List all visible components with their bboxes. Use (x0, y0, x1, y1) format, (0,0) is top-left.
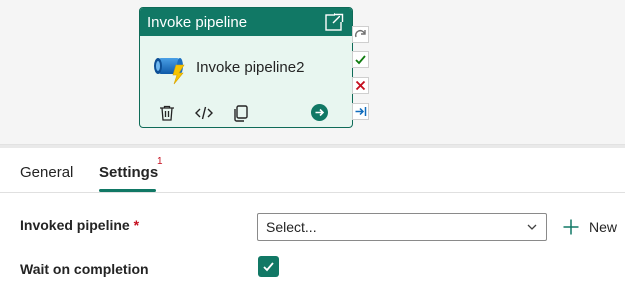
chevron-down-icon (527, 224, 537, 230)
wait-on-completion-checkbox[interactable] (258, 256, 279, 277)
invoked-pipeline-select-value: Select... (266, 219, 317, 235)
invoke-pipeline-icon (154, 58, 185, 85)
activity-body: Invoke pipeline2 (152, 49, 304, 85)
settings-error-badge: 1 (157, 156, 163, 167)
activity-name: Invoke pipeline2 (196, 58, 305, 76)
activity-card-header: Invoke pipeline (140, 8, 352, 36)
activity-card[interactable]: Invoke pipeline Invoke pipeline2 (139, 7, 353, 128)
failure-x-icon[interactable] (352, 77, 369, 94)
delete-icon[interactable] (156, 102, 178, 124)
required-asterisk: * (133, 217, 140, 233)
properties-tabs: General Settings 1 (0, 148, 625, 193)
wait-on-completion-label: Wait on completion (20, 261, 149, 277)
activity-type-title: Invoke pipeline (147, 13, 248, 31)
run-arrow-icon[interactable] (311, 104, 328, 121)
code-icon[interactable] (193, 102, 215, 124)
open-external-icon[interactable] (323, 11, 345, 33)
completion-arrow-icon[interactable] (352, 103, 369, 120)
success-check-icon[interactable] (352, 51, 369, 68)
tab-settings[interactable]: Settings (99, 164, 158, 181)
plus-icon (563, 219, 579, 235)
active-tab-indicator (99, 189, 156, 192)
new-pipeline-button[interactable]: New (562, 215, 617, 239)
checkmark-icon (263, 262, 274, 272)
invoked-pipeline-label-text: Invoked pipeline (20, 217, 130, 233)
skipped-icon[interactable] (352, 26, 369, 43)
invoked-pipeline-label: Invoked pipeline * (20, 217, 139, 233)
activity-actions (156, 102, 336, 126)
tab-general[interactable]: General (20, 164, 73, 181)
copy-icon[interactable] (230, 102, 252, 124)
new-pipeline-label: New (589, 219, 618, 235)
pipeline-canvas[interactable]: Invoke pipeline Invoke pipeline2 (0, 0, 625, 144)
invoked-pipeline-select[interactable]: Select... (257, 213, 547, 241)
